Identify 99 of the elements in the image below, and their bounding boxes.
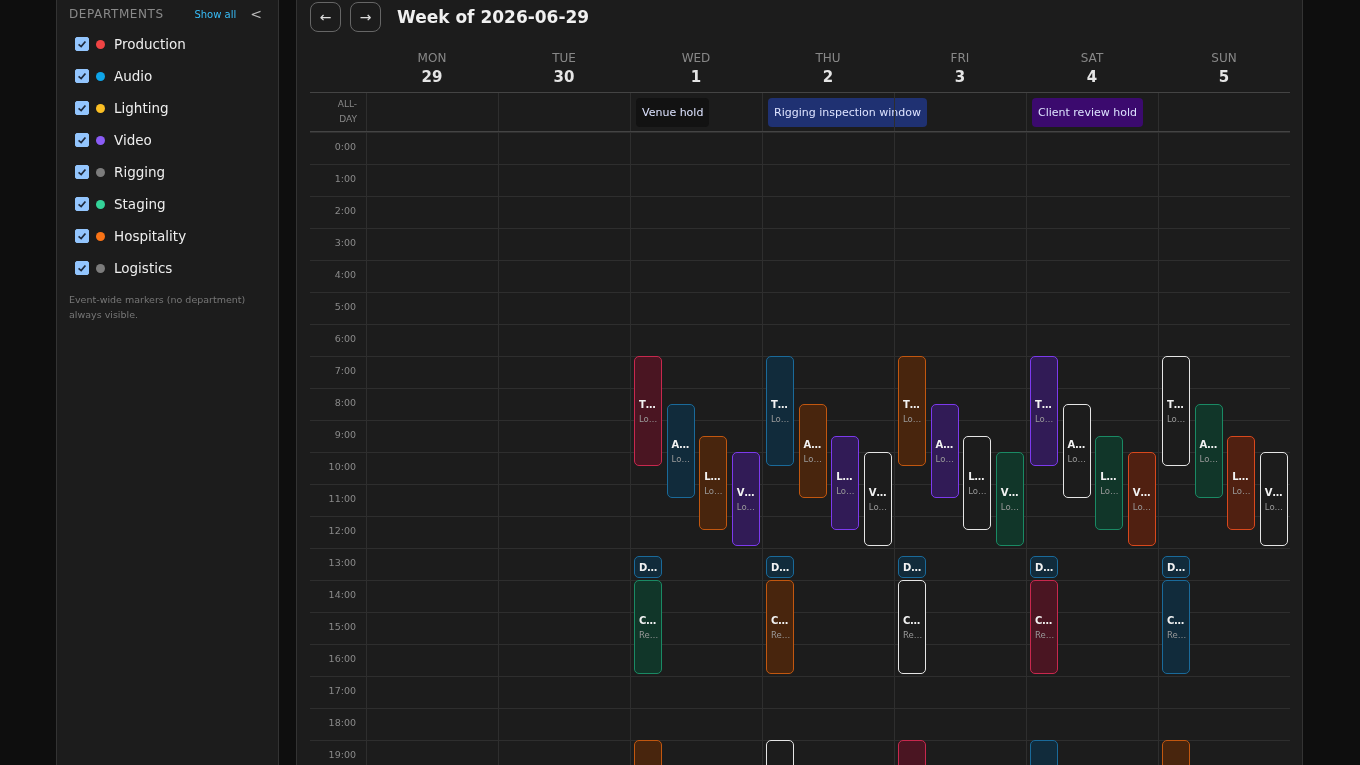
department-label: Production [114, 36, 186, 52]
event-block[interactable]: V… Lo… [995, 452, 1024, 546]
hour-label: 0:00 [334, 141, 356, 152]
note-text: Event-wide markers (no department) always visible. [69, 293, 247, 322]
check-icon [76, 134, 88, 146]
hour-label: 4:00 [334, 269, 356, 280]
hour-label: 19:00 [328, 749, 356, 760]
show-all-link[interactable]: Show all [194, 8, 237, 20]
checkbox[interactable] [75, 37, 89, 51]
hour-label: 14:00 [328, 589, 356, 600]
check-icon [76, 70, 88, 82]
event-block[interactable]: T… Lo… [634, 356, 662, 466]
check-icon [76, 262, 88, 274]
hour-label: 12:00 [328, 525, 356, 536]
date-label: 1 [690, 68, 702, 86]
event-block[interactable]: C… Re… [1030, 580, 1058, 674]
event-block[interactable]: T… Lo… [1162, 356, 1190, 466]
check-icon [76, 198, 88, 210]
all-day-label: ALL-DAY [336, 98, 357, 126]
weekday-label: TUE [552, 51, 576, 65]
hour-label: 15:00 [328, 621, 356, 632]
collapse-button[interactable]: < [246, 6, 266, 22]
check-icon [76, 38, 88, 50]
event-block[interactable]: A… Lo… [1062, 404, 1091, 498]
hour-label: 18:00 [328, 717, 356, 728]
department-label: Logistics [114, 260, 173, 276]
week-title: Week of 2026-06-29 [397, 6, 590, 27]
event-block[interactable]: D… [634, 556, 662, 578]
check-icon [76, 166, 88, 178]
event-block[interactable]: D… [1030, 556, 1058, 578]
hour-label: 10:00 [328, 461, 356, 472]
event-block[interactable]: V… Lo… [731, 452, 760, 546]
date-label: 29 [421, 68, 443, 86]
event-block[interactable]: T… Lo… [898, 356, 926, 466]
hour-label: 16:00 [328, 653, 356, 664]
event-block[interactable]: A… Lo… [798, 404, 827, 498]
event-block[interactable]: C… Re… [634, 580, 662, 674]
next-button[interactable]: → [350, 2, 381, 32]
hour-label: 9:00 [334, 429, 356, 440]
hour-label: 7:00 [334, 365, 356, 376]
hour-label: 3:00 [334, 237, 356, 248]
weekday-label: FRI [950, 51, 970, 65]
event-block[interactable]: L… Lo… [963, 436, 992, 530]
date-label: 2 [822, 68, 834, 86]
event-block[interactable]: L… Lo… [1095, 436, 1124, 530]
all-day-event[interactable]: Client review hold [1032, 97, 1143, 127]
all-day-event[interactable]: Venue hold [636, 97, 710, 127]
department-label: Staging [114, 196, 166, 212]
checkbox[interactable] [75, 133, 89, 147]
event-block[interactable]: A… Lo… [930, 404, 959, 498]
previous-button[interactable]: ← [310, 2, 341, 32]
department-label: Hospitality [114, 228, 187, 244]
event-block[interactable]: L… Lo… [831, 436, 860, 530]
date-label: 4 [1086, 68, 1098, 86]
event-block[interactable]: A… Lo… [1194, 404, 1223, 498]
checkbox[interactable] [75, 261, 89, 275]
weekday-label: MON [417, 51, 447, 65]
check-icon [76, 102, 88, 114]
event-block[interactable]: L… Lo… [699, 436, 728, 530]
event-block[interactable]: D… [898, 556, 926, 578]
event-block[interactable]: V… Lo… [1259, 452, 1288, 546]
weekday-label: THU [815, 51, 841, 65]
checkbox[interactable] [75, 229, 89, 243]
hour-label: 13:00 [328, 557, 356, 568]
hour-label: 6:00 [334, 333, 356, 344]
weekday-label: SUN [1211, 51, 1237, 65]
date-label: 30 [553, 68, 575, 86]
hour-label: 17:00 [328, 685, 356, 696]
event-block[interactable]: A… Lo… [666, 404, 695, 498]
weekday-label: SAT [1080, 51, 1104, 65]
department-label: Lighting [114, 100, 169, 116]
section-heading: DEPARTMENTS [69, 7, 165, 21]
event-block[interactable]: D… [1162, 556, 1190, 578]
department-label: Rigging [114, 164, 166, 180]
check-icon [76, 230, 88, 242]
event-block[interactable]: C… Re… [766, 580, 794, 674]
date-label: 3 [954, 68, 966, 86]
event-block[interactable]: V… Lo… [1127, 452, 1156, 546]
hour-label: 1:00 [334, 173, 356, 184]
hour-label: 8:00 [334, 397, 356, 408]
event-block[interactable]: T… Lo… [1030, 356, 1058, 466]
checkbox[interactable] [75, 69, 89, 83]
event-block[interactable]: D… [766, 556, 794, 578]
date-label: 5 [1218, 68, 1230, 86]
department-label: Audio [114, 68, 153, 84]
event-block[interactable]: L… Lo… [1227, 436, 1256, 530]
weekday-label: WED [681, 51, 711, 65]
checkbox[interactable] [75, 101, 89, 115]
hour-label: 2:00 [334, 205, 356, 216]
event-block[interactable]: C… Re… [1162, 580, 1190, 674]
checkbox[interactable] [75, 165, 89, 179]
all-day-event[interactable]: Rigging inspection window [768, 97, 928, 127]
hour-label: 11:00 [328, 493, 356, 504]
hour-label: 5:00 [334, 301, 356, 312]
event-block[interactable]: V… Lo… [863, 452, 892, 546]
department-label: Video [114, 132, 152, 148]
event-block[interactable]: C… Re… [898, 580, 926, 674]
event-block[interactable]: T… Lo… [766, 356, 794, 466]
checkbox[interactable] [75, 197, 89, 211]
